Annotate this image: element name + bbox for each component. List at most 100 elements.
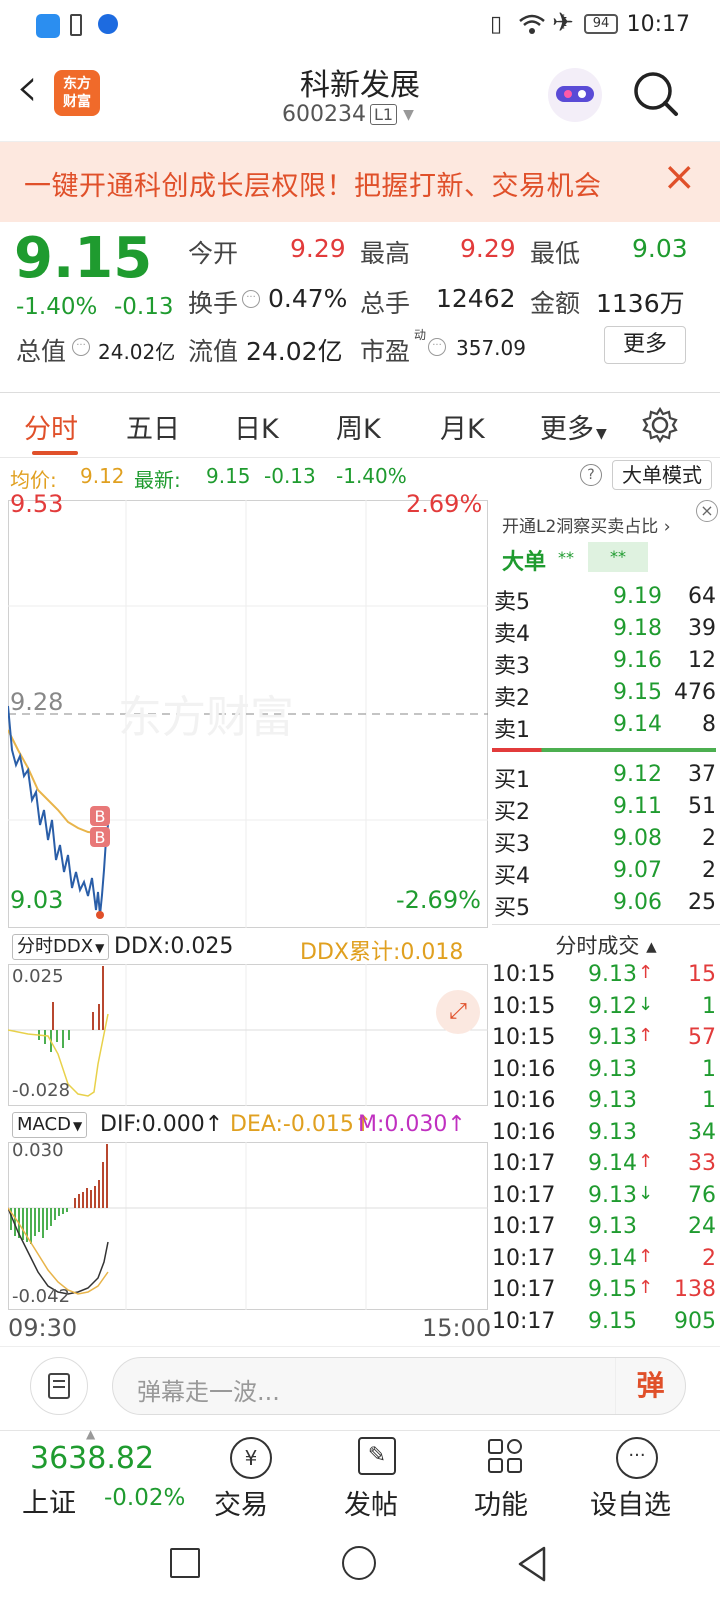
macd-selector[interactable]: MACD ▼ — [12, 1112, 88, 1138]
trade-time: 10:17 — [492, 1308, 556, 1334]
latest-change-pct: -1.40% — [336, 464, 407, 488]
index-ticker[interactable]: ▲ 3638.82 上证 -0.02% — [0, 1427, 190, 1527]
trade-row: 10:16 9.13 1 — [492, 1088, 716, 1118]
avg-value: 9.12 — [80, 464, 125, 488]
big-order-sell: ** — [588, 542, 648, 572]
trades-title[interactable]: 分时成交 ▴ — [492, 930, 720, 960]
macd-header: MACD ▼ DIF:0.000↑ DEA:-0.015↑ M:0.030↑ — [8, 1106, 488, 1142]
avg-label: 均价: — [10, 468, 57, 492]
index-name: 上证 — [22, 1488, 76, 1519]
ask-row[interactable]: 卖3 9.16 12 — [492, 648, 716, 679]
ddx-selector[interactable]: 分时DDX ▼ — [12, 934, 110, 960]
index-change: -0.02% — [104, 1485, 186, 1511]
bid-row[interactable]: 买2 9.11 51 — [492, 794, 716, 825]
trade-direction-icon: ↑ — [638, 1151, 654, 1172]
open-label: 今开 — [188, 239, 239, 268]
edit-icon: ✎ — [358, 1437, 396, 1475]
clock: 10:17 — [626, 12, 690, 37]
wifi-icon — [519, 14, 545, 34]
l2-promo-link[interactable]: 开通L2洞察买卖占比 › — [502, 512, 671, 537]
ask-row[interactable]: 卖1 9.14 8 — [492, 712, 716, 743]
dropdown-icon: ▼ — [403, 106, 414, 123]
trade-row: 10:15 9.12 ↓ 1 — [492, 994, 716, 1024]
pe-value: 357.09 — [456, 336, 526, 360]
nav-functions[interactable]: 功能 — [460, 1431, 560, 1527]
info-icon[interactable]: ··· — [428, 338, 446, 356]
trade-volume: 1 — [702, 1056, 716, 1082]
sim-icon — [70, 14, 82, 36]
notes-icon[interactable] — [30, 1357, 88, 1415]
nav-post[interactable]: ✎ 发帖 — [330, 1431, 430, 1527]
big-order-label: 大单 — [502, 550, 547, 575]
home-button[interactable] — [342, 1546, 376, 1580]
buy-marker-label: B — [95, 828, 106, 847]
order-book-panel: 开通L2洞察买卖占比 › × 大单 ** ** 卖5 9.19 64 卖4 9.18 3… — [492, 500, 720, 1346]
trade-price: 9.13 — [588, 962, 637, 987]
danmu-input[interactable]: 弹幕走一波... 弹 — [112, 1357, 686, 1415]
close-icon[interactable]: × — [662, 154, 696, 200]
info-icon[interactable]: ··· — [72, 338, 90, 356]
promo-banner[interactable]: 一键开通科创成长层权限！把握打新、交易机会 × — [0, 142, 720, 222]
danmu-button[interactable]: 弹 — [615, 1358, 685, 1414]
trade-price: 9.13 — [588, 1056, 637, 1082]
tab-daily-k[interactable]: 日K — [234, 407, 279, 446]
ask-row[interactable]: 卖4 9.18 39 — [492, 616, 716, 647]
bid-row[interactable]: 买1 9.12 37 — [492, 762, 716, 793]
tab-intraday[interactable]: 分时 — [24, 407, 78, 446]
trade-row: 10:17 9.14 ↑ 2 — [492, 1246, 716, 1276]
volume-value: 12462 — [436, 284, 516, 313]
battery-icon: 94 — [584, 14, 618, 34]
big-order-mode-button[interactable]: 大单模式 — [612, 460, 712, 490]
bid-row[interactable]: 买5 9.06 25 — [492, 890, 716, 921]
expand-icon[interactable]: ⤢ — [436, 990, 480, 1034]
gear-icon[interactable] — [642, 407, 678, 443]
ask-row[interactable]: 卖2 9.15 476 — [492, 680, 716, 711]
trade-volume: 2 — [702, 1245, 716, 1271]
turnover-value: 0.47% — [268, 284, 348, 313]
trade-time: 10:16 — [492, 1119, 556, 1145]
trade-price: 9.14 — [588, 1151, 637, 1176]
ddx-header: 分时DDX ▼ DDX:0.025 DDX累计:0.018 — [8, 928, 488, 965]
trade-time: 10:15 — [492, 1025, 556, 1050]
macd-axis-top: 0.030 — [12, 1140, 64, 1161]
app-notification-icon — [36, 14, 60, 38]
info-icon[interactable]: ··· — [242, 290, 260, 308]
more-button[interactable]: 更多 — [604, 326, 686, 364]
tab-weekly-k[interactable]: 周K — [336, 407, 381, 446]
bid-row[interactable]: 买4 9.07 2 — [492, 858, 716, 889]
trade-row: 10:17 9.13 24 — [492, 1214, 716, 1244]
trade-price: 9.15 — [588, 1308, 637, 1334]
close-icon[interactable]: × — [696, 500, 718, 522]
tab-five-day[interactable]: 五日 — [126, 407, 180, 446]
trade-time: 10:15 — [492, 962, 556, 987]
trade-time: 10:17 — [492, 1245, 556, 1271]
tab-more[interactable]: 更多 ▼ — [540, 407, 607, 446]
ddx-axis-top: 0.025 — [12, 966, 64, 987]
ask-row[interactable]: 卖5 9.19 64 — [492, 584, 716, 615]
nav-add-watchlist[interactable]: ··· 设自选 — [588, 1431, 708, 1527]
avg-price-line — [8, 729, 104, 834]
bid-row[interactable]: 买3 9.08 2 — [492, 826, 716, 857]
nav-trade[interactable]: ¥ 交易 — [200, 1431, 300, 1527]
trade-time: 10:15 — [492, 993, 556, 1019]
intraday-chart-svg: B B 东方财富 — [8, 500, 488, 928]
trade-direction-icon: ↓ — [638, 993, 654, 1015]
quote-panel: 9.15 -1.40% -0.13 今开 9.29 最高 9.29 最低 9.0… — [0, 222, 720, 392]
recent-apps-button[interactable] — [170, 1548, 200, 1578]
tab-monthly-k[interactable]: 月K — [440, 407, 485, 446]
time-axis-start: 09:30 — [8, 1314, 78, 1342]
latest-change: -0.13 — [264, 464, 316, 488]
trade-row: 10:15 9.13 ↑ 15 — [492, 962, 716, 992]
high-label: 最高 — [360, 239, 411, 268]
help-icon[interactable]: ? — [580, 464, 602, 486]
float-label: 流值 — [188, 337, 239, 366]
grid-icon — [488, 1439, 524, 1475]
trade-time: 10:17 — [492, 1214, 556, 1239]
turnover-label: 换手 — [188, 289, 239, 318]
more-icon: ··· — [616, 1437, 658, 1479]
pe-label: 市盈 — [360, 337, 411, 366]
robot-assistant-icon[interactable] — [548, 68, 602, 122]
stock-code-row[interactable]: 600234 L1 ▼ — [282, 102, 414, 127]
search-icon[interactable] — [632, 70, 680, 120]
back-nav-button[interactable] — [516, 1546, 548, 1582]
